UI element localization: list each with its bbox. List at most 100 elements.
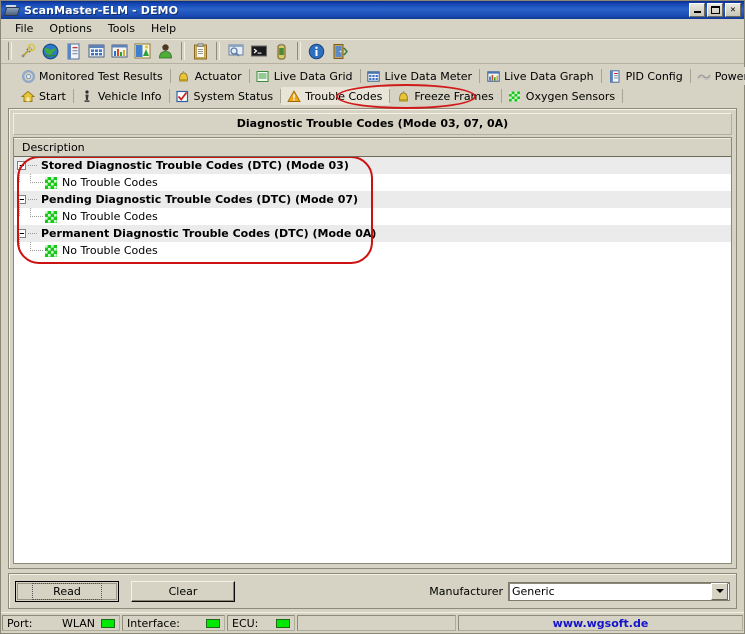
status-website[interactable]: www.wgsoft.de (458, 615, 743, 631)
grid-icon[interactable] (86, 41, 107, 61)
tree-indent (14, 165, 30, 191)
dtc-child-label: No Trouble Codes (62, 210, 158, 223)
port-value: WLAN (61, 616, 95, 630)
home-icon (21, 89, 35, 103)
tab-system-status[interactable]: System Status (169, 87, 282, 105)
dtc-group-label: Pending Diagnostic Trouble Codes (DTC) (… (41, 193, 359, 206)
clear-button[interactable]: Clear (131, 580, 235, 602)
tab-live-data-grid[interactable]: Live Data Grid (249, 67, 361, 85)
toolbar-separator (297, 42, 301, 60)
connect-icon[interactable] (17, 41, 38, 61)
tab-label: Oxygen Sensors (525, 89, 616, 103)
tab-pid-config[interactable]: PID Config (601, 67, 691, 85)
green-grid-icon (45, 210, 57, 223)
dtc-group-label: Permanent Diagnostic Trouble Codes (DTC)… (41, 227, 377, 240)
tree-gutter (14, 191, 28, 208)
status-port: Port: WLAN (2, 615, 120, 631)
tab-oxygen-sensors[interactable]: Oxygen Sensors (501, 87, 624, 105)
app-chip-icon (3, 3, 21, 17)
tab-label: Trouble Codes (305, 89, 383, 103)
image-icon[interactable] (132, 41, 153, 61)
table-row[interactable]: Pending Diagnostic Trouble Codes (DTC) (… (14, 191, 731, 208)
tab-start[interactable]: Start (15, 87, 74, 105)
tab-trouble-codes[interactable]: Trouble Codes (281, 87, 391, 105)
tab-label: Power (714, 69, 745, 83)
info-icon[interactable] (306, 41, 327, 61)
tab-live-data-meter[interactable]: Live Data Meter (360, 67, 481, 85)
green-grid-icon (45, 176, 57, 189)
tree-gutter (14, 225, 28, 242)
tab-actuator[interactable]: Actuator (170, 67, 250, 85)
terminal-window-icon[interactable] (225, 41, 246, 61)
tab-vehicle-info[interactable]: Vehicle Info (73, 87, 170, 105)
menu-help[interactable]: Help (143, 20, 184, 37)
tree-gutter (14, 157, 28, 174)
table-row[interactable]: Permanent Diagnostic Trouble Codes (DTC)… (14, 225, 731, 242)
globe-icon[interactable] (40, 41, 61, 61)
port-label: Port: (7, 616, 33, 630)
table-row[interactable]: No Trouble Codes (14, 199, 731, 225)
exit-icon[interactable] (329, 41, 350, 61)
bell-icon (177, 69, 191, 83)
clipboard-icon[interactable] (190, 41, 211, 61)
tab-label: PID Config (625, 69, 683, 83)
green-grid-icon (508, 89, 522, 103)
info-pin-icon (80, 89, 94, 103)
tree-indent (14, 199, 30, 225)
tab-freeze-frames[interactable]: Freeze Frames (390, 87, 503, 105)
tab-label: Live Data Grid (273, 69, 353, 83)
maximize-button[interactable] (707, 3, 723, 17)
tree-connector (30, 174, 44, 191)
tab-monitored-test-results[interactable]: Monitored Test Results (15, 67, 171, 85)
bell-icon (396, 89, 410, 103)
manufacturer-value: Generic (512, 584, 555, 598)
green-grid-icon (45, 244, 57, 257)
tab-power[interactable]: Power (690, 67, 745, 85)
clear-button-label: Clear (168, 584, 198, 598)
tab-row-secondary: Start Vehicle Info System Status Trouble… (1, 84, 744, 109)
menu-file[interactable]: File (7, 20, 41, 37)
manufacturer-label: Manufacturer (429, 584, 503, 598)
tab-live-data-graph[interactable]: Live Data Graph (480, 67, 603, 85)
port-led-icon (101, 618, 115, 628)
bar-chart-icon (486, 69, 500, 83)
battery-icon[interactable] (271, 41, 292, 61)
read-button[interactable]: Read (15, 580, 119, 602)
title-bar: ScanMaster-ELM - DEMO ✕ (1, 1, 744, 19)
user-icon[interactable] (155, 41, 176, 61)
expander-collapse-icon[interactable] (16, 195, 26, 204)
dtc-child-label: No Trouble Codes (62, 244, 158, 257)
minimize-button[interactable] (689, 3, 705, 17)
tree-connector (28, 191, 38, 208)
menu-tools[interactable]: Tools (100, 20, 143, 37)
table-row[interactable]: No Trouble Codes (14, 233, 731, 259)
manufacturer-select[interactable]: Generic (508, 581, 730, 601)
chevron-down-icon[interactable] (711, 582, 728, 600)
table-row[interactable]: Stored Diagnostic Trouble Codes (DTC) (M… (14, 157, 731, 174)
interface-label: Interface: (127, 616, 180, 630)
dtc-group-label: Stored Diagnostic Trouble Codes (DTC) (M… (41, 159, 349, 172)
dtc-grid: Description Stored Diagnostic Trouble Co… (13, 137, 732, 564)
client-panel: Diagnostic Trouble Codes (Mode 03, 07, 0… (8, 108, 737, 569)
tab-label: Freeze Frames (414, 89, 494, 103)
close-button[interactable]: ✕ (725, 3, 741, 17)
ecu-label: ECU: (232, 616, 259, 630)
menu-options[interactable]: Options (41, 20, 99, 37)
tab-label: Actuator (194, 69, 242, 83)
interface-led-icon (206, 618, 220, 628)
menu-bar: File Options Tools Help (1, 19, 744, 39)
tree-connector (30, 208, 44, 225)
toolbar (1, 39, 744, 64)
action-bar: Read Clear Manufacturer Generic (8, 573, 737, 609)
website-link[interactable]: www.wgsoft.de (553, 617, 649, 630)
grid-header: Description (14, 138, 731, 157)
expander-collapse-icon[interactable] (16, 161, 26, 170)
status-interface: Interface: (122, 615, 225, 631)
expander-collapse-icon[interactable] (16, 229, 26, 238)
status-ecu: ECU: (227, 615, 295, 631)
console-icon[interactable] (248, 41, 269, 61)
report-icon[interactable] (63, 41, 84, 61)
meter-grid-icon (367, 69, 381, 83)
table-row[interactable]: No Trouble Codes (14, 165, 731, 191)
bar-chart-icon[interactable] (109, 41, 130, 61)
